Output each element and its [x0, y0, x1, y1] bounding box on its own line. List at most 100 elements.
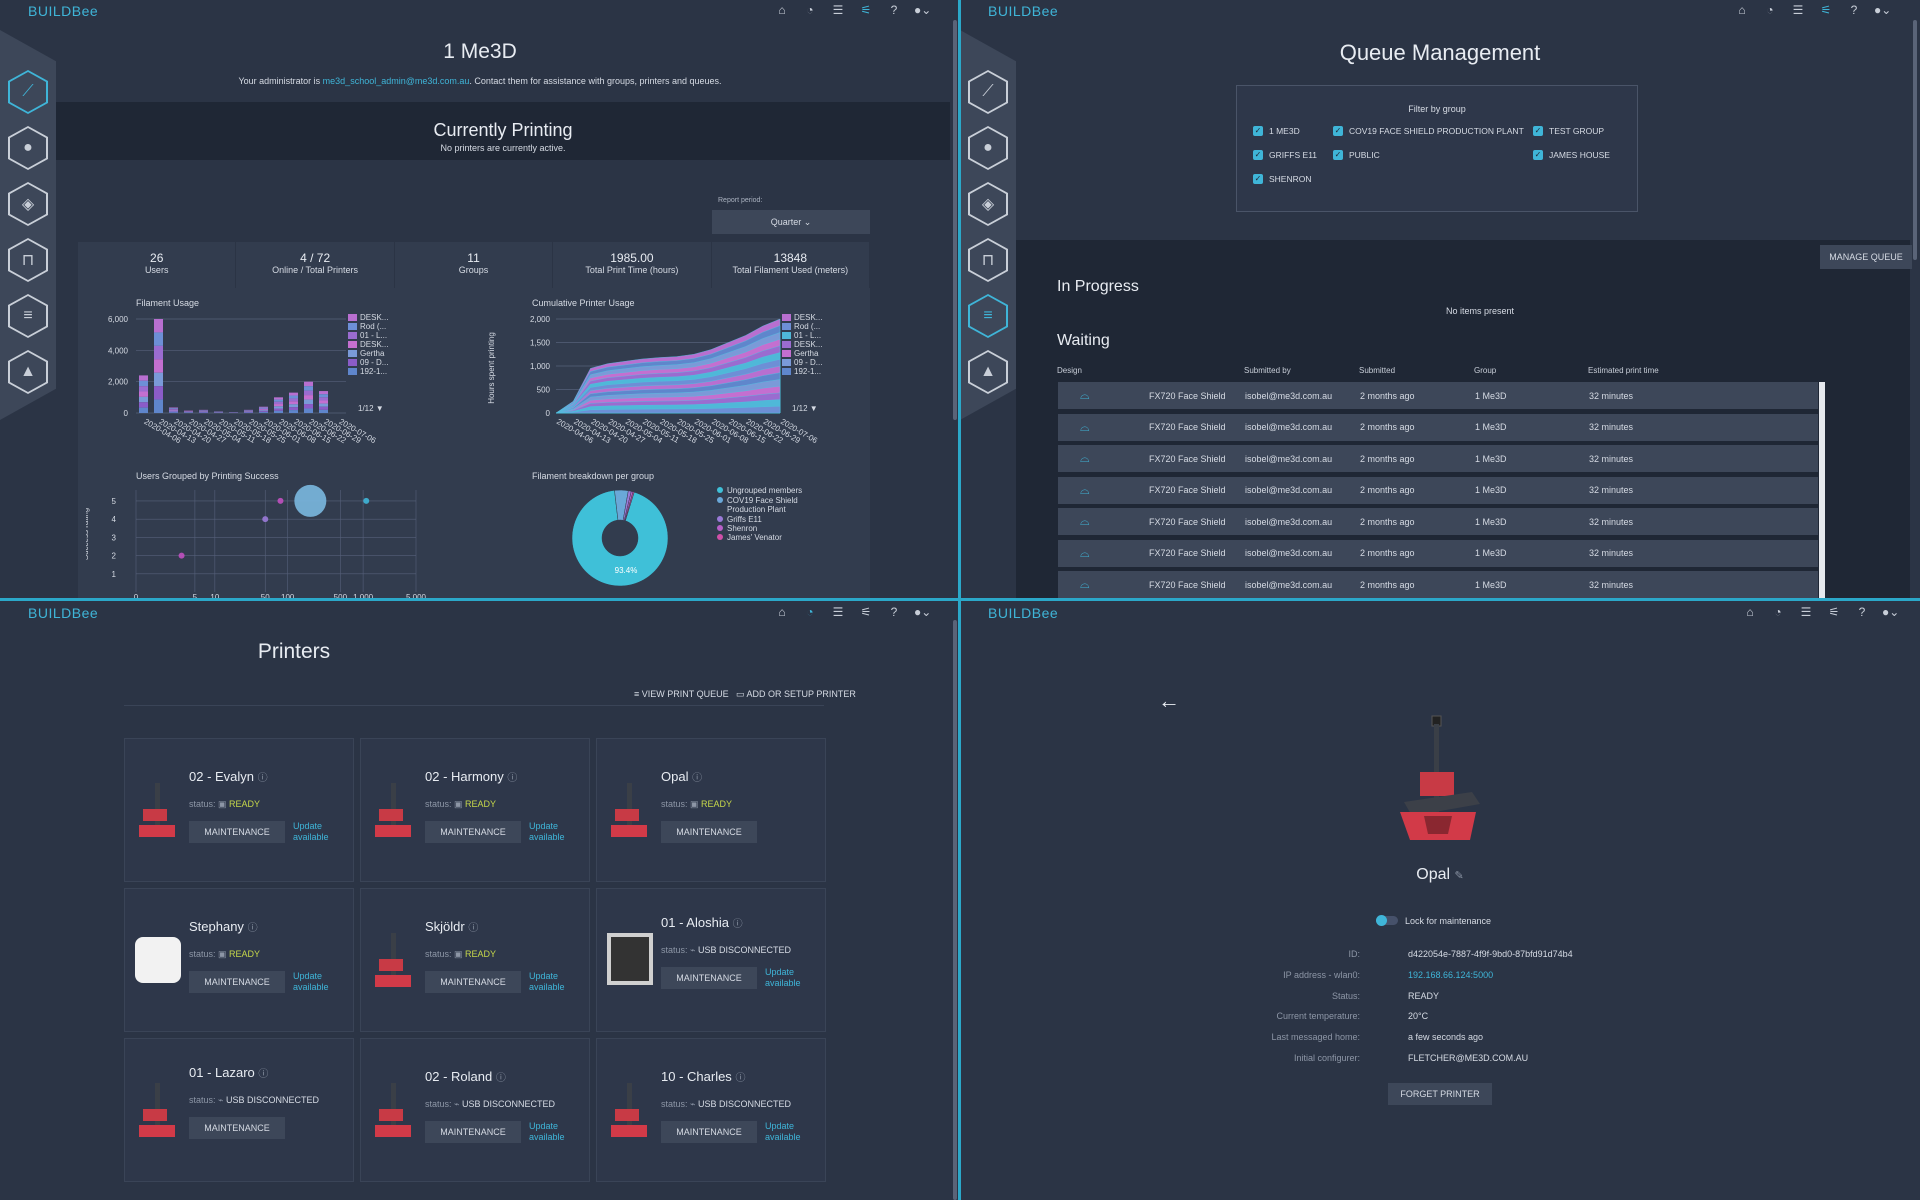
list-icon[interactable]: ☰ [1798, 605, 1814, 619]
info-icon[interactable]: ⓘ [258, 773, 268, 784]
info-icon[interactable]: ⓘ [258, 1069, 268, 1080]
info-icon[interactable]: ⓘ [507, 773, 517, 784]
account-icon[interactable]: ●⌄ [1882, 605, 1899, 619]
buildbee-logo[interactable]: BUILDBee [28, 3, 98, 19]
maintenance-button[interactable]: MAINTENANCE [425, 1121, 521, 1143]
help-icon[interactable]: ? [886, 3, 902, 17]
edit-icon[interactable]: ✎ [1455, 870, 1464, 882]
info-icon[interactable]: ⓘ [248, 923, 258, 934]
home-icon[interactable]: ⌂ [774, 605, 790, 619]
printer-card[interactable]: 01 - Aloshia ⓘ status: ⌁ USB DISCONNECTED… [596, 888, 826, 1032]
printer-card[interactable]: 02 - Roland ⓘ status: ⌁ USB DISCONNECTED M… [360, 1038, 590, 1182]
sidebar-item-users[interactable]: ● [968, 126, 1008, 170]
sidebar-item-printers[interactable]: ⊓ [8, 238, 48, 282]
sidebar-item-security[interactable]: ◈ [8, 182, 48, 226]
group-checkbox[interactable]: ✓ GRIFFS E11 [1253, 150, 1317, 160]
update-available-link[interactable]: Update available [529, 1121, 573, 1143]
help-icon[interactable]: ? [1846, 3, 1862, 17]
sidebar-item-dashboard[interactable]: ⟋ [968, 70, 1008, 114]
table-scrollbar[interactable] [1819, 382, 1825, 600]
buildbee-logo[interactable]: BUILDBee [28, 605, 98, 621]
queue-row[interactable]: ⌓ FX720 Face Shield isobel@me3d.com.au 2 mo… [1058, 539, 1818, 567]
info-icon[interactable]: ⓘ [733, 919, 743, 930]
sidebar-item-education[interactable]: ▲ [8, 350, 48, 394]
info-icon[interactable]: ⓘ [468, 923, 478, 934]
view-print-queue-link[interactable]: ≡ VIEW PRINT QUEUE [634, 689, 729, 699]
buildbee-logo[interactable]: BUILDBee [988, 605, 1058, 621]
list-icon[interactable]: ☰ [1790, 3, 1806, 17]
group-checkbox[interactable]: ✓ TEST GROUP [1533, 126, 1604, 136]
account-icon[interactable]: ●⌄ [1874, 3, 1891, 17]
queue-row[interactable]: ⌓ FX720 Face Shield isobel@me3d.com.au 2 mo… [1058, 382, 1818, 409]
queue-row[interactable]: ⌓ FX720 Face Shield isobel@me3d.com.au 2 mo… [1058, 445, 1818, 472]
account-icon[interactable]: ●⌄ [914, 3, 931, 17]
home-icon[interactable]: ⌂ [1734, 3, 1750, 17]
list-icon[interactable]: ☰ [830, 3, 846, 17]
group-checkbox[interactable]: ✓ JAMES HOUSE [1533, 150, 1610, 160]
explore-icon[interactable]: ◔ [1770, 605, 1786, 619]
sliders-icon[interactable]: ⚟ [858, 3, 874, 17]
manage-queue-button[interactable]: MANAGE QUEUE [1820, 245, 1912, 269]
sliders-icon[interactable]: ⚟ [1818, 3, 1834, 17]
ip-address-link[interactable]: 192.168.66.124:5000 [1408, 970, 1493, 980]
admin-email-link[interactable]: me3d_school_admin@me3d.com.au [323, 76, 470, 86]
sidebar-item-printers[interactable]: ⊓ [968, 238, 1008, 282]
explore-icon[interactable]: ◔ [1762, 3, 1778, 17]
help-icon[interactable]: ? [886, 605, 902, 619]
home-icon[interactable]: ⌂ [774, 3, 790, 17]
maintenance-button[interactable]: MAINTENANCE [425, 821, 521, 843]
sidebar-item-security[interactable]: ◈ [968, 182, 1008, 226]
update-available-link[interactable]: Update available [293, 971, 337, 993]
sidebar-item-users[interactable]: ● [8, 126, 48, 170]
sidebar-item-education[interactable]: ▲ [968, 350, 1008, 394]
queue-row[interactable]: ⌓ FX720 Face Shield isobel@me3d.com.au 2 mo… [1058, 508, 1818, 535]
printer-card[interactable]: Skjöldr ⓘ status: ▣ READY MAINTENANCE Updat… [360, 888, 590, 1032]
scrollbar[interactable] [953, 620, 957, 1200]
info-icon[interactable]: ⓘ [692, 773, 702, 784]
lock-toggle[interactable] [1376, 915, 1398, 926]
update-available-link[interactable]: Update available [765, 1121, 809, 1143]
group-checkbox[interactable]: ✓ PUBLIC [1333, 150, 1380, 160]
sidebar-item-queue[interactable]: ≡ [968, 294, 1008, 338]
buildbee-logo[interactable]: BUILDBee [988, 3, 1058, 19]
maintenance-button[interactable]: MAINTENANCE [661, 821, 757, 843]
maintenance-button[interactable]: MAINTENANCE [425, 971, 521, 993]
sliders-icon[interactable]: ⚟ [1826, 605, 1842, 619]
printer-card[interactable]: Opal ⓘ status: ▣ READY MAINTENANCE [596, 738, 826, 882]
group-checkbox[interactable]: ✓ SHENRON [1253, 174, 1312, 184]
maintenance-button[interactable]: MAINTENANCE [189, 971, 285, 993]
update-available-link[interactable]: Update available [293, 821, 337, 843]
group-checkbox[interactable]: ✓ 1 ME3D [1253, 126, 1300, 136]
group-checkbox[interactable]: ✓ COV19 FACE SHIELD PRODUCTION PLANT [1333, 126, 1524, 136]
update-available-link[interactable]: Update available [529, 971, 573, 993]
back-arrow-icon[interactable]: ← [1158, 688, 1180, 714]
queue-row[interactable]: ⌓ FX720 Face Shield isobel@me3d.com.au 2 mo… [1058, 476, 1818, 504]
maintenance-button[interactable]: MAINTENANCE [661, 967, 757, 989]
maintenance-button[interactable]: MAINTENANCE [189, 821, 285, 843]
update-available-link[interactable]: Update available [765, 967, 809, 989]
sidebar-item-queue[interactable]: ≡ [8, 294, 48, 338]
maintenance-button[interactable]: MAINTENANCE [661, 1121, 757, 1143]
sliders-icon[interactable]: ⚟ [858, 605, 874, 619]
printer-card[interactable]: 02 - Harmony ⓘ status: ▣ READY MAINTENANCE… [360, 738, 590, 882]
queue-row[interactable]: ⌓ FX720 Face Shield isobel@me3d.com.au 2 mo… [1058, 571, 1818, 598]
add-printer-link[interactable]: ▭ ADD OR SETUP PRINTER [736, 689, 856, 700]
printer-card[interactable]: 10 - Charles ⓘ status: ⌁ USB DISCONNECTED… [596, 1038, 826, 1182]
scrollbar[interactable] [953, 20, 957, 420]
explore-icon[interactable]: ◔ [802, 605, 818, 619]
help-icon[interactable]: ? [1854, 605, 1870, 619]
report-period-select[interactable]: Quarter ⌄ [712, 210, 870, 234]
home-icon[interactable]: ⌂ [1742, 605, 1758, 619]
printer-card[interactable]: 01 - Lazaro ⓘ status: ⌁ USB DISCONNECTED M… [124, 1038, 354, 1182]
list-icon[interactable]: ☰ [830, 605, 846, 619]
printer-card[interactable]: Stephany ⓘ status: ▣ READY MAINTENANCE Upda… [124, 888, 354, 1032]
scrollbar[interactable] [1913, 20, 1917, 260]
forget-printer-button[interactable]: FORGET PRINTER [1388, 1083, 1492, 1105]
info-icon[interactable]: ⓘ [735, 1073, 745, 1084]
info-icon[interactable]: ⓘ [496, 1073, 506, 1084]
account-icon[interactable]: ●⌄ [914, 605, 931, 619]
explore-icon[interactable]: ◔ [802, 3, 818, 17]
queue-row[interactable]: ⌓ FX720 Face Shield isobel@me3d.com.au 2 mo… [1058, 413, 1818, 441]
update-available-link[interactable]: Update available [529, 821, 573, 843]
maintenance-button[interactable]: MAINTENANCE [189, 1117, 285, 1139]
